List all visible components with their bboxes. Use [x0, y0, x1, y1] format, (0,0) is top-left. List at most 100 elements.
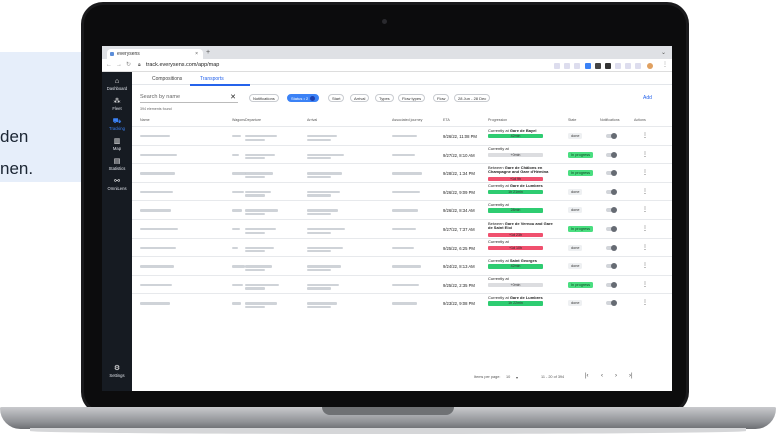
table-row[interactable]: 9/27/22, 7:37 AM Between Gare de Vernou a… — [132, 219, 672, 237]
chevron-down-icon[interactable]: ⌄ — [661, 49, 666, 56]
column-header[interactable]: Associated journey — [392, 118, 422, 122]
more-actions-icon[interactable]: ⋮ — [642, 188, 648, 195]
delay-bar: +1d 10h — [488, 245, 543, 250]
sidebar-item-dashboard[interactable]: ⌂ Dashboard — [102, 78, 132, 91]
paginator: Items per page: 10 ▾ 11 - 20 of 394 |‹ ‹… — [132, 372, 672, 384]
column-header[interactable]: Departure — [245, 118, 261, 122]
forward-icon[interactable]: → — [116, 62, 122, 69]
filter-flow-types[interactable]: Flow types — [398, 94, 426, 102]
first-page-icon[interactable]: |‹ — [585, 373, 589, 379]
search-input[interactable]: Search by name ✕ — [140, 92, 238, 103]
table-row[interactable]: 9/26/22, 11:08 PM Currently at Gare de Ba… — [132, 126, 672, 144]
tab-compositions[interactable]: Compositions — [152, 76, 182, 82]
table-row[interactable]: 9/26/22, 8:34 AM Currently at 28min done ⋮ — [132, 200, 672, 218]
notifications-toggle[interactable] — [606, 188, 617, 195]
star-icon[interactable] — [574, 63, 580, 69]
more-actions-icon[interactable]: ⋮ — [642, 151, 648, 158]
filter-types[interactable]: Types — [375, 94, 394, 102]
column-header[interactable]: Name — [140, 118, 150, 122]
more-actions-icon[interactable]: ⋮ — [642, 281, 648, 288]
progression-prefix: Currently at — [488, 146, 509, 152]
extension-icon[interactable] — [615, 63, 621, 69]
eta-cell: 9/28/22, 1:34 PM — [443, 171, 475, 177]
more-actions-icon[interactable]: ⋮ — [642, 169, 648, 176]
filter-date-range[interactable]: 28 Jun - 28 Dec — [454, 94, 491, 102]
more-actions-icon[interactable]: ⋮ — [642, 244, 648, 251]
last-page-icon[interactable]: ›| — [629, 373, 633, 379]
redacted-cell — [307, 153, 344, 156]
table-row[interactable]: 9/26/22, 9:09 PM Currently at Gare de Lum… — [132, 181, 672, 200]
table-row[interactable]: 9/25/22, 6:25 PM Currently at +1d 10h done… — [132, 237, 672, 256]
redacted-cell — [307, 138, 331, 141]
reload-icon[interactable]: ↻ — [126, 62, 131, 69]
items-per-page-select[interactable]: 10 — [506, 375, 510, 379]
clear-icon[interactable]: ✕ — [230, 92, 236, 103]
filter-clear-icon[interactable] — [310, 96, 316, 102]
notifications-toggle[interactable] — [606, 263, 617, 270]
redacted-cell — [307, 268, 331, 272]
notifications-toggle[interactable] — [606, 281, 617, 288]
column-header[interactable]: Progression — [488, 118, 507, 122]
column-header[interactable]: Arrival — [307, 118, 317, 122]
tab-transports[interactable]: Transports — [200, 76, 224, 82]
sidebar-item-settings[interactable]: ⚙ Settings — [102, 365, 132, 378]
notifications-toggle[interactable] — [606, 226, 617, 232]
table-row[interactable]: 9/24/22, 8:13 AM Currently at Saint Georg… — [132, 256, 672, 274]
redacted-cell — [232, 190, 244, 194]
redacted-cell — [140, 153, 177, 156]
filter-start[interactable]: Start — [328, 94, 345, 102]
column-header[interactable]: ETA — [443, 118, 450, 122]
sidebar-item-tracking[interactable]: ⛟ Tracking — [102, 118, 132, 131]
column-header[interactable]: Wagons — [232, 118, 245, 122]
notifications-toggle[interactable] — [606, 133, 617, 139]
sidebar-item-fleet[interactable]: ⁂ Fleet — [102, 98, 132, 111]
notifications-toggle[interactable] — [606, 300, 617, 307]
redacted-cell — [245, 283, 279, 287]
table-row[interactable]: 9/27/22, 8:10 AM Currently at +0min In pro… — [132, 144, 672, 163]
extension-icon[interactable] — [605, 63, 611, 69]
sidebar-item-statistics[interactable]: ▤ Statistics — [102, 158, 132, 171]
sidebar-item-map[interactable]: ▥ Map — [102, 138, 132, 151]
table-row[interactable]: 9/28/22, 1:34 PM Between Gare de Châlons … — [132, 163, 672, 182]
more-actions-icon[interactable]: ⋮ — [642, 225, 648, 232]
browser-tab[interactable]: everysens × — [107, 49, 203, 59]
add-button[interactable]: Add — [643, 95, 652, 101]
column-header[interactable]: State — [568, 118, 576, 122]
menu-icon[interactable]: ⋮ — [662, 62, 668, 69]
zoom-icon[interactable] — [554, 63, 560, 69]
share-icon[interactable] — [564, 63, 570, 69]
more-actions-icon[interactable]: ⋮ — [642, 299, 648, 306]
next-page-icon[interactable]: › — [615, 373, 617, 379]
filter-status[interactable]: Status • 2 — [287, 94, 320, 102]
filter-arrival[interactable]: Arrival — [350, 94, 370, 102]
sidepanel-icon[interactable] — [635, 63, 641, 69]
more-actions-icon[interactable]: ⋮ — [642, 132, 648, 139]
progression-place: Gare de Lumbres — [509, 294, 543, 300]
more-actions-icon[interactable]: ⋮ — [642, 206, 648, 213]
extension-icon[interactable] — [595, 63, 601, 69]
url-field[interactable]: track.everysens.com/app/map — [146, 62, 219, 69]
table-row[interactable]: 9/25/22, 2:35 PM Currently at +0min In pro… — [132, 274, 672, 293]
chevron-down-icon[interactable]: ▾ — [516, 375, 518, 380]
notifications-toggle[interactable] — [606, 244, 617, 251]
redacted-cell — [140, 228, 178, 231]
notifications-toggle[interactable] — [606, 207, 617, 214]
avatar[interactable] — [647, 63, 653, 69]
notifications-toggle[interactable] — [606, 170, 617, 177]
sidebar-item-omnilens[interactable]: ⚯ OmniLens — [102, 178, 132, 191]
close-tab-icon[interactable]: × — [195, 49, 198, 59]
column-header[interactable]: Notifications — [600, 118, 620, 122]
extension-icon[interactable] — [625, 63, 631, 69]
filter-flow[interactable]: Flow — [433, 94, 450, 102]
extension-icon[interactable] — [585, 63, 591, 69]
column-header[interactable]: Actions — [634, 118, 646, 122]
back-icon[interactable]: ← — [106, 62, 112, 69]
more-actions-icon[interactable]: ⋮ — [642, 262, 648, 269]
progression-text: Currently at Gare de Bayel — [488, 128, 558, 134]
app: ⌂ Dashboard ⁂ Fleet ⛟ Tracking ▥ Map ▤ S… — [102, 72, 672, 391]
table-row[interactable]: 9/23/22, 9:08 PM Currently at Gare de Lum… — [132, 293, 672, 311]
notifications-toggle[interactable] — [606, 151, 617, 158]
filter-notifications[interactable]: Notifications — [249, 94, 279, 102]
previous-page-icon[interactable]: ‹ — [601, 373, 603, 379]
new-tab-icon[interactable]: + — [206, 49, 210, 57]
